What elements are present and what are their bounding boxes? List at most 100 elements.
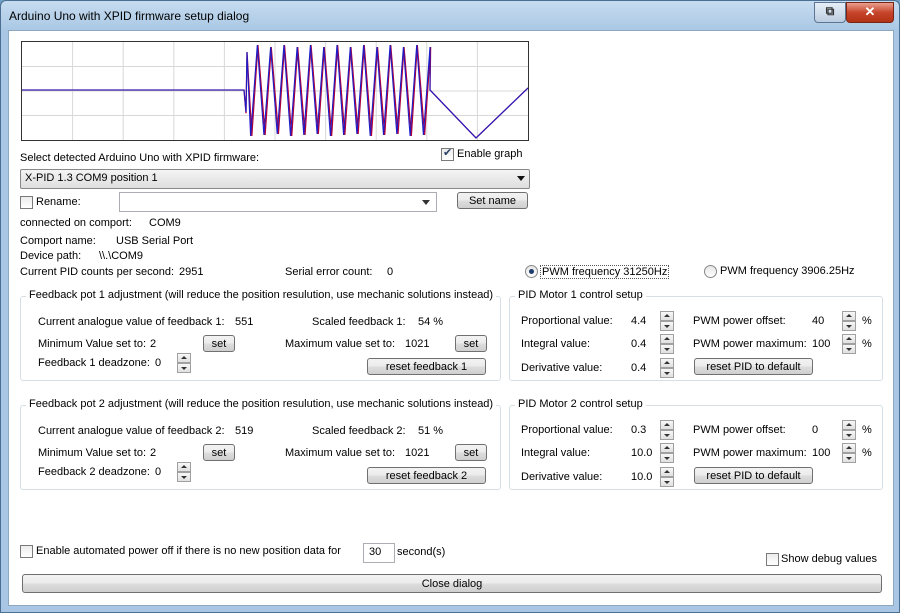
spin-down-icon[interactable]	[842, 430, 856, 440]
auto-power-off-seconds-value: 30	[369, 546, 382, 558]
reset-feedback-1-button[interactable]: reset feedback 1	[367, 358, 486, 375]
pid-1-d-spinner[interactable]	[660, 358, 674, 378]
pid-2-title: PID Motor 2 control setup	[515, 398, 646, 410]
pid-motor-2-group: PID Motor 2 control setup Proportional v…	[509, 398, 883, 490]
pid-2-offset-spinner[interactable]	[842, 420, 856, 440]
enable-graph-checkbox[interactable]	[441, 146, 454, 161]
feedback-1-current-value: 551	[235, 316, 254, 328]
restore-button[interactable]: ⧉	[814, 2, 846, 23]
pid-1-max-spinner[interactable]	[842, 334, 856, 354]
spin-up-icon[interactable]	[660, 420, 674, 430]
pid-2-p-value: 0.3	[631, 424, 647, 436]
spin-up-icon[interactable]	[660, 467, 674, 477]
feedback-1-min-set-button[interactable]: set	[203, 335, 235, 352]
spin-up-icon[interactable]	[660, 358, 674, 368]
reset-pid-2-button[interactable]: reset PID to default	[694, 467, 813, 484]
spin-up-icon[interactable]	[660, 334, 674, 344]
close-dialog-button[interactable]: Close dialog	[22, 574, 882, 593]
feedback-2-deadzone-value: 0	[155, 466, 162, 478]
pid-2-d-spinner[interactable]	[660, 467, 674, 487]
auto-power-off-checkbox[interactable]	[20, 545, 33, 558]
pid-1-p-label: Proportional value:	[521, 315, 613, 327]
pid-2-offset-label: PWM power offset:	[693, 424, 786, 436]
title-bar[interactable]: Arduino Uno with XPID firmware setup dia…	[1, 1, 899, 31]
set-name-button[interactable]: Set name	[457, 192, 528, 209]
pid-1-i-value: 0.4	[631, 338, 647, 350]
feedback-1-deadzone-spinner[interactable]	[177, 353, 191, 373]
spin-down-icon[interactable]	[842, 453, 856, 463]
spin-down-icon[interactable]	[177, 472, 191, 482]
pid-2-d-value: 10.0	[631, 471, 653, 483]
spin-down-icon[interactable]	[842, 344, 856, 354]
pid-1-max-label: PWM power maximum:	[693, 338, 807, 350]
feedback-1-scaled-label: Scaled feedback 1:	[312, 316, 406, 328]
pid-2-p-label: Proportional value:	[521, 424, 613, 436]
pid-1-offset-unit: %	[862, 315, 872, 327]
rename-input[interactable]	[119, 192, 437, 212]
pid-2-i-spinner[interactable]	[660, 443, 674, 463]
pid-2-d-label: Derivative value:	[521, 471, 603, 483]
spin-up-icon[interactable]	[842, 443, 856, 453]
spin-down-icon[interactable]	[660, 344, 674, 354]
spin-down-icon[interactable]	[660, 368, 674, 378]
pid-1-d-value: 0.4	[631, 362, 647, 374]
serial-error-label: Serial error count:	[285, 266, 373, 278]
feedback-2-min-set-button[interactable]: set	[203, 444, 235, 461]
comport-name-label: Comport name:	[20, 235, 96, 247]
spin-up-icon[interactable]	[842, 420, 856, 430]
close-icon: ✕	[864, 4, 876, 19]
show-debug-checkbox[interactable]	[766, 553, 779, 566]
pid-2-max-label: PWM power maximum:	[693, 447, 807, 459]
pid-1-i-spinner[interactable]	[660, 334, 674, 354]
spin-up-icon[interactable]	[842, 311, 856, 321]
feedback-2-current-value: 519	[235, 425, 254, 437]
pid-1-offset-label: PWM power offset:	[693, 315, 786, 327]
spin-up-icon[interactable]	[177, 353, 191, 363]
reset-feedback-2-button[interactable]: reset feedback 2	[367, 467, 486, 484]
pid-1-title: PID Motor 1 control setup	[515, 289, 646, 301]
pwm-3906-radio[interactable]	[704, 265, 717, 278]
seconds-label: second(s)	[397, 546, 446, 558]
feedback-2-max-set-button[interactable]: set	[455, 444, 487, 461]
chevron-down-icon	[517, 176, 525, 181]
feedback-1-current-label: Current analogue value of feedback 1:	[38, 316, 225, 328]
device-select[interactable]: X-PID 1.3 COM9 position 1	[20, 169, 530, 189]
feedback-2-min-label: Minimum Value set to:	[38, 447, 147, 459]
feedback-1-scaled-value: 54 %	[418, 316, 444, 328]
feedback-2-current-label: Current analogue value of feedback 2:	[38, 425, 225, 437]
dialog-client-area: Enable graph Select detected Arduino Uno…	[8, 30, 894, 606]
pid-1-offset-spinner[interactable]	[842, 311, 856, 331]
spin-up-icon[interactable]	[177, 462, 191, 472]
rename-checkbox[interactable]	[20, 196, 33, 209]
pwm-31250-radio[interactable]	[525, 265, 538, 278]
chevron-down-icon	[422, 200, 430, 205]
pid-2-p-spinner[interactable]	[660, 420, 674, 440]
close-window-button[interactable]: ✕	[846, 2, 894, 23]
spin-down-icon[interactable]	[660, 321, 674, 331]
pid-2-max-spinner[interactable]	[842, 443, 856, 463]
spin-up-icon[interactable]	[660, 311, 674, 321]
pid-2-offset-unit: %	[862, 424, 872, 436]
spin-down-icon[interactable]	[660, 477, 674, 487]
spin-down-icon[interactable]	[660, 453, 674, 463]
pid-1-i-label: Integral value:	[521, 338, 591, 350]
pid-2-max-value: 100	[812, 447, 831, 459]
feedback-2-min-value: 2	[150, 447, 157, 459]
reset-pid-1-button[interactable]: reset PID to default	[694, 358, 813, 375]
spin-up-icon[interactable]	[842, 334, 856, 344]
pid-2-i-label: Integral value:	[521, 447, 591, 459]
comport-name-value: USB Serial Port	[116, 235, 194, 247]
window-title: Arduino Uno with XPID firmware setup dia…	[9, 9, 250, 23]
spin-down-icon[interactable]	[660, 430, 674, 440]
feedback-2-max-value: 1021	[405, 447, 430, 459]
feedback-1-min-label: Minimum Value set to:	[38, 338, 147, 350]
auto-power-off-seconds-input[interactable]: 30	[363, 543, 395, 563]
pid-1-p-spinner[interactable]	[660, 311, 674, 331]
spin-down-icon[interactable]	[177, 363, 191, 373]
pid-2-offset-value: 0	[812, 424, 819, 436]
serial-error-value: 0	[387, 266, 394, 278]
spin-up-icon[interactable]	[660, 443, 674, 453]
spin-down-icon[interactable]	[842, 321, 856, 331]
feedback-1-max-set-button[interactable]: set	[455, 335, 487, 352]
feedback-2-deadzone-spinner[interactable]	[177, 462, 191, 482]
